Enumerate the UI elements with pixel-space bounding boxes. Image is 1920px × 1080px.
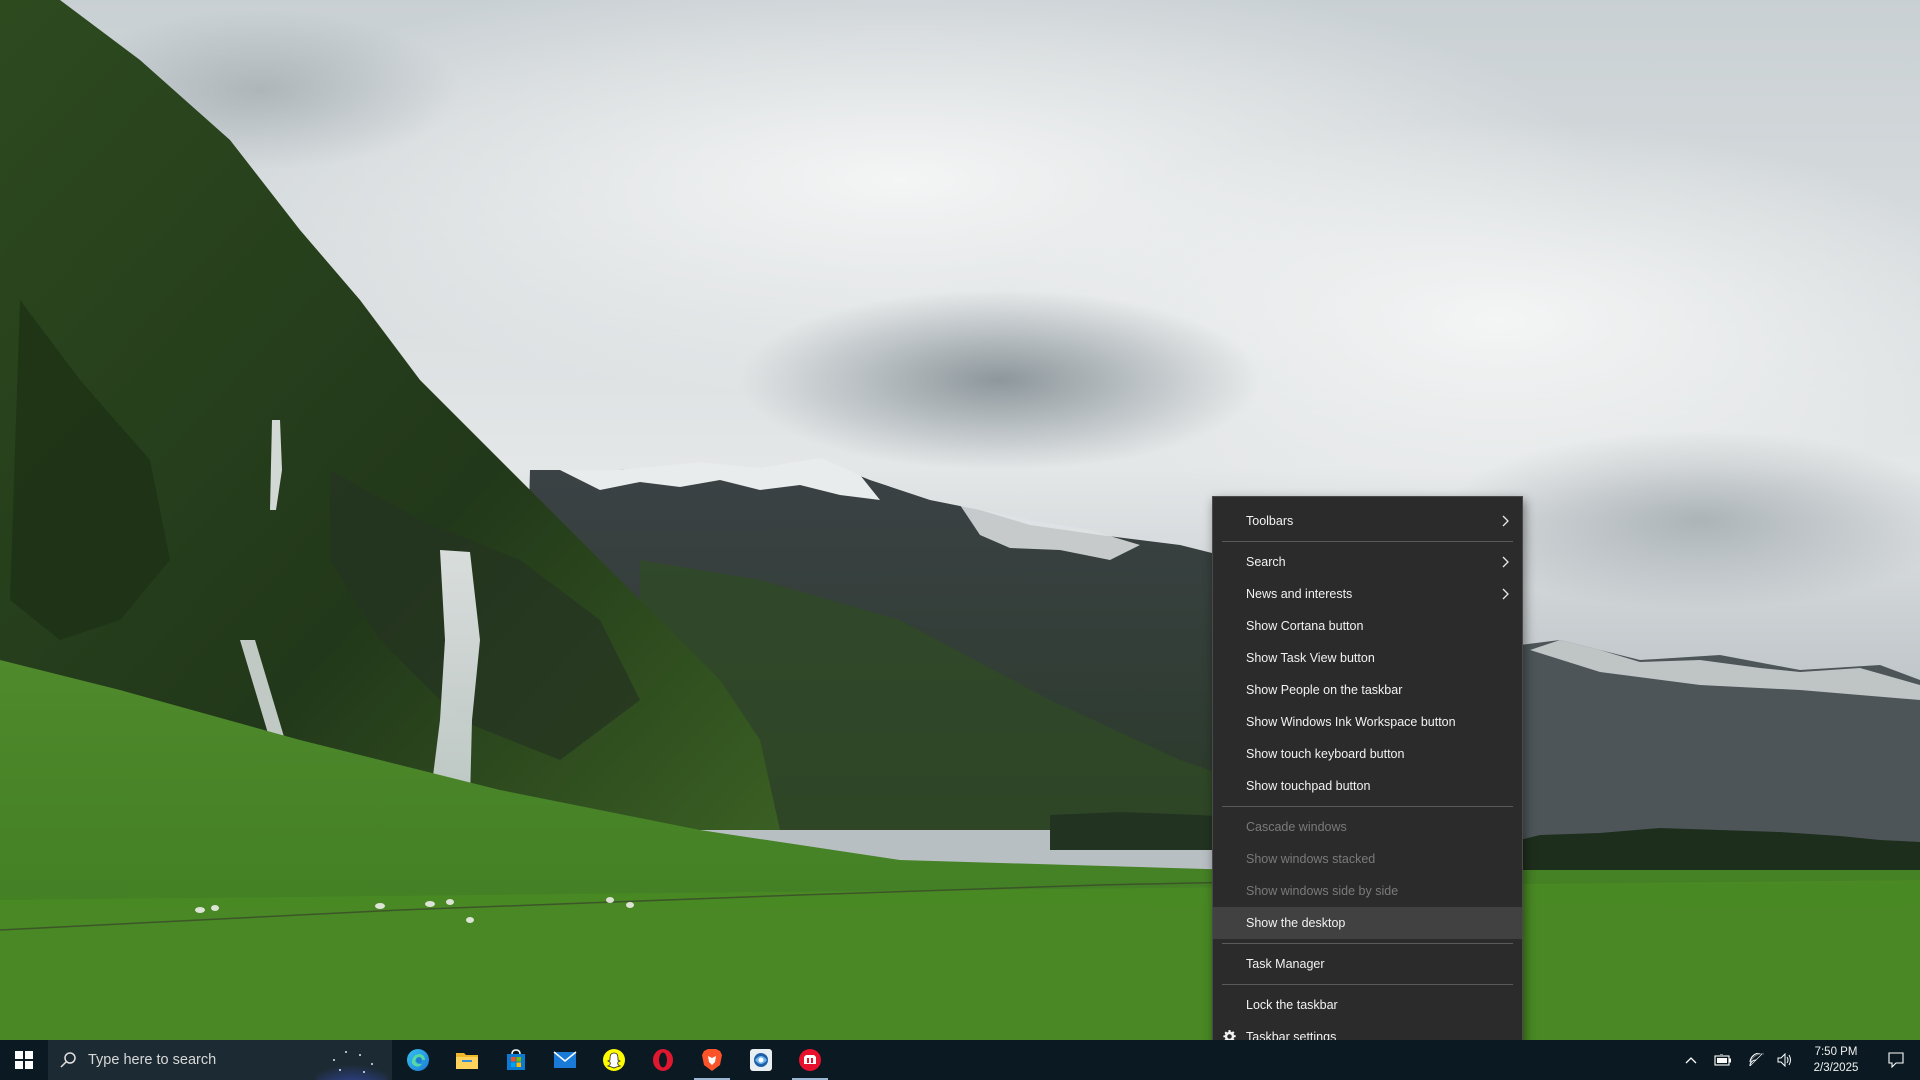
menu-item-label: Show Windows Ink Workspace button (1246, 715, 1456, 729)
search-icon (60, 1052, 76, 1068)
start-button[interactable] (0, 1040, 48, 1080)
menu-item-label: Cascade windows (1246, 820, 1347, 834)
taskbar-button-microsoft-store[interactable] (492, 1040, 540, 1080)
menu-item-label: Lock the taskbar (1246, 998, 1338, 1012)
menu-item-label: Task Manager (1246, 957, 1325, 971)
taskbar: Type here to search 7:50 PM 2/3/2025 (0, 1040, 1920, 1080)
search-placeholder: Type here to search (88, 1052, 217, 1068)
chevron-right-icon (1500, 546, 1512, 578)
clock[interactable]: 7:50 PM 2/3/2025 (1798, 1040, 1874, 1080)
menu-item-show-cortana-button[interactable]: Show Cortana button (1213, 610, 1522, 642)
chevron-right-icon (1500, 578, 1512, 610)
taskbar-button-edge[interactable] (394, 1040, 442, 1080)
menu-item-label: Search (1246, 555, 1286, 569)
menu-separator (1222, 984, 1513, 985)
menu-item-show-task-view-button[interactable]: Show Task View button (1213, 642, 1522, 674)
show-hidden-icons-button[interactable] (1680, 1040, 1702, 1080)
menu-separator (1222, 806, 1513, 807)
menu-item-label: Show Task View button (1246, 651, 1375, 665)
menu-item-show-windows-side-by-side: Show windows side by side (1213, 875, 1522, 907)
menu-item-show-the-desktop[interactable]: Show the desktop (1213, 907, 1522, 939)
menu-item-label: News and interests (1246, 587, 1353, 601)
menu-item-cascade-windows: Cascade windows (1213, 811, 1522, 843)
menu-item-label: Show the desktop (1246, 916, 1346, 930)
landscape-image (0, 0, 1920, 1040)
menu-item-show-windows-ink-workspace-button[interactable]: Show Windows Ink Workspace button (1213, 706, 1522, 738)
menu-item-label: Show windows stacked (1246, 852, 1376, 866)
menu-separator (1222, 943, 1513, 944)
wifi-icon (1749, 1053, 1765, 1067)
taskbar-button-brave[interactable] (688, 1040, 736, 1080)
battery-icon (1714, 1054, 1731, 1066)
menu-item-label: Show Cortana button (1246, 619, 1364, 633)
taskbar-button-red-app[interactable] (786, 1040, 834, 1080)
menu-item-label: Show touchpad button (1246, 779, 1371, 793)
action-center-button[interactable] (1872, 1040, 1920, 1080)
menu-item-news-and-interests[interactable]: News and interests (1213, 578, 1522, 610)
search-highlight-image (312, 1040, 392, 1080)
volume-button[interactable] (1772, 1040, 1798, 1080)
notification-icon (1888, 1052, 1904, 1068)
taskbar-context-menu: Toolbars Search News and interests Show Cor… (1212, 496, 1523, 1061)
taskbar-button-mail[interactable] (541, 1040, 589, 1080)
taskbar-button-snapchat[interactable] (590, 1040, 638, 1080)
taskbar-button-file-explorer[interactable] (443, 1040, 491, 1080)
menu-item-task-manager[interactable]: Task Manager (1213, 948, 1522, 980)
volume-icon (1777, 1053, 1791, 1067)
menu-item-lock-the-taskbar[interactable]: Lock the taskbar (1213, 989, 1522, 1021)
battery-button[interactable] (1710, 1040, 1736, 1080)
chevron-up-icon (1685, 1057, 1697, 1064)
search-box[interactable]: Type here to search (48, 1040, 392, 1080)
taskbar-button-app[interactable] (737, 1040, 785, 1080)
menu-item-show-touchpad-button[interactable]: Show touchpad button (1213, 770, 1522, 802)
menu-item-search[interactable]: Search (1213, 546, 1522, 578)
menu-item-show-touch-keyboard-button[interactable]: Show touch keyboard button (1213, 738, 1522, 770)
menu-item-label: Toolbars (1246, 514, 1294, 528)
taskbar-button-opera[interactable] (639, 1040, 687, 1080)
network-button[interactable] (1744, 1040, 1770, 1080)
clock-date: 2/3/2025 (1813, 1062, 1859, 1074)
desktop-wallpaper (0, 0, 1920, 1040)
menu-item-label: Show People on the taskbar (1246, 683, 1403, 697)
menu-item-label: Show touch keyboard button (1246, 747, 1405, 761)
menu-item-toolbars[interactable]: Toolbars (1213, 505, 1522, 537)
menu-item-label: Show windows side by side (1246, 884, 1399, 898)
chevron-right-icon (1500, 505, 1512, 537)
windows-logo-icon (15, 1051, 33, 1069)
menu-item-show-windows-stacked: Show windows stacked (1213, 843, 1522, 875)
menu-separator (1222, 541, 1513, 542)
clock-time: 7:50 PM (1814, 1046, 1858, 1058)
menu-item-show-people-on-the-taskbar[interactable]: Show People on the taskbar (1213, 674, 1522, 706)
